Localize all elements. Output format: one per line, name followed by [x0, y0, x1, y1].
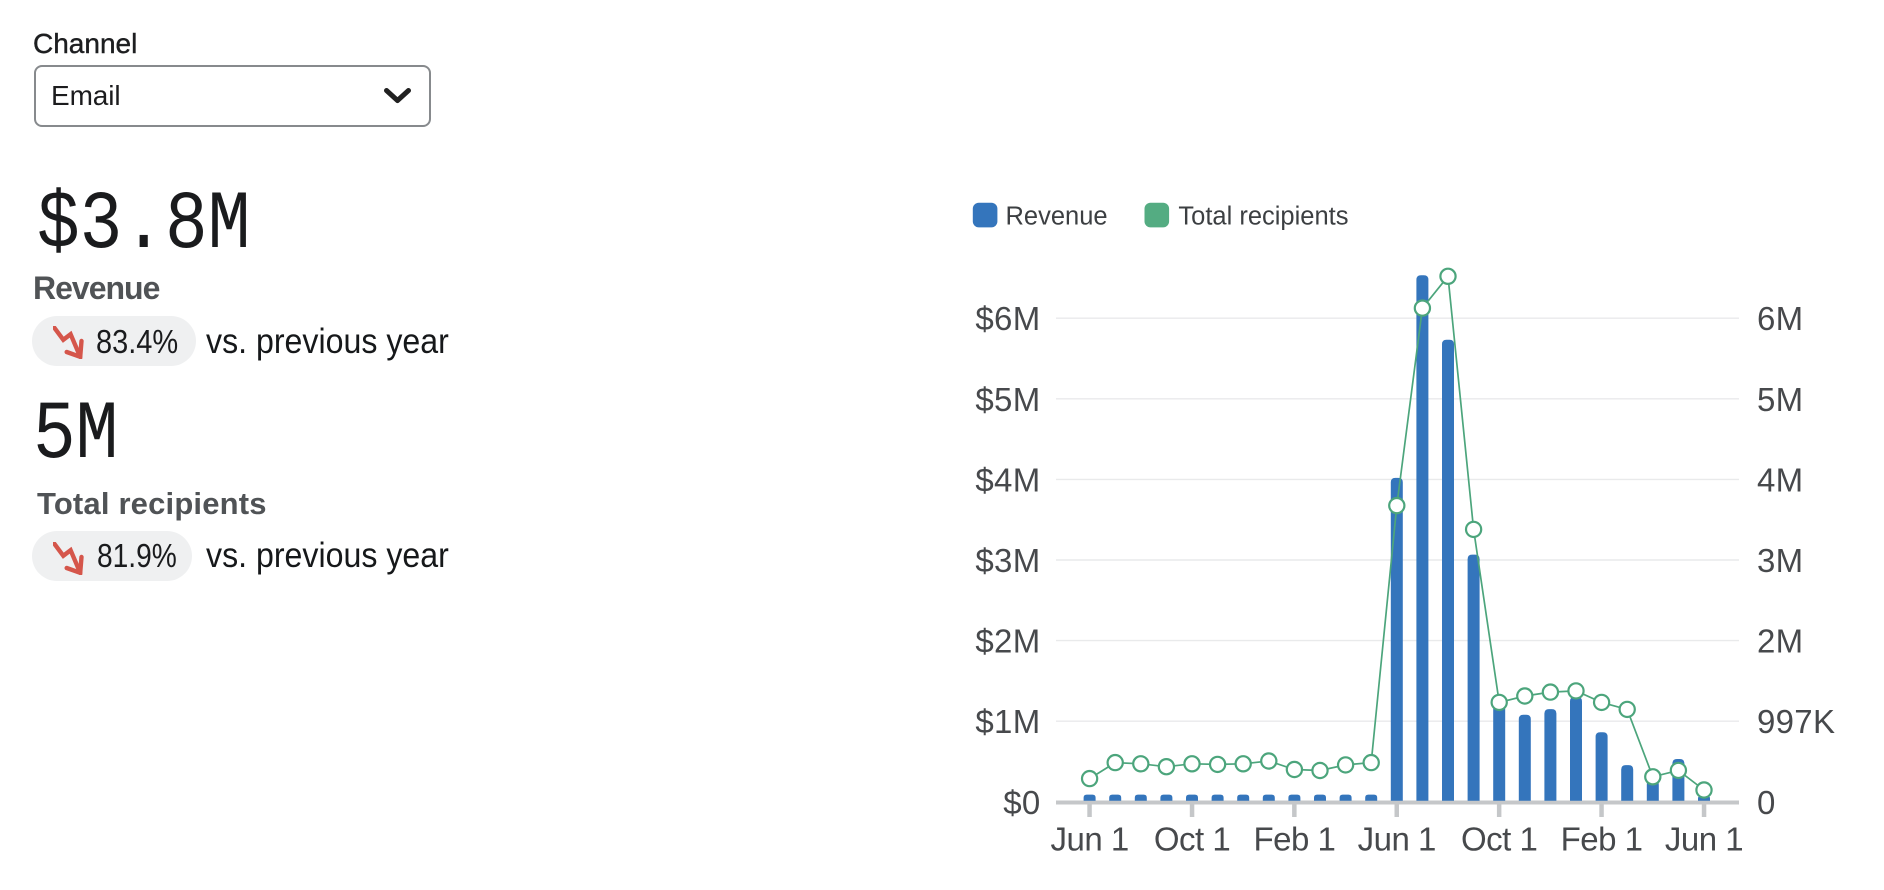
svg-text:$2M: $2M — [975, 623, 1040, 660]
svg-text:$1M: $1M — [975, 703, 1040, 740]
svg-text:Oct 1: Oct 1 — [1154, 820, 1230, 857]
svg-text:$4M: $4M — [975, 461, 1040, 498]
svg-text:Oct 1: Oct 1 — [1461, 820, 1537, 857]
svg-text:Feb 1: Feb 1 — [1561, 820, 1643, 857]
svg-text:997K: 997K — [1757, 703, 1835, 740]
svg-text:Revenue: Revenue — [1006, 203, 1108, 231]
svg-text:Total recipients: Total recipients — [1178, 203, 1348, 231]
svg-text:2M: 2M — [1757, 623, 1803, 660]
svg-text:5M: 5M — [1757, 381, 1803, 418]
svg-text:$3M: $3M — [975, 542, 1040, 579]
svg-text:3M: 3M — [1757, 542, 1803, 579]
svg-text:0: 0 — [1757, 784, 1776, 821]
svg-text:$5M: $5M — [975, 381, 1040, 418]
svg-text:4M: 4M — [1757, 461, 1803, 498]
svg-text:Jun 1: Jun 1 — [1358, 820, 1436, 857]
svg-text:$6M: $6M — [975, 300, 1040, 337]
svg-text:Feb 1: Feb 1 — [1253, 820, 1335, 857]
svg-text:$0: $0 — [1003, 784, 1040, 821]
svg-text:6M: 6M — [1757, 300, 1803, 337]
svg-text:Jun 1: Jun 1 — [1665, 820, 1743, 857]
svg-text:Jun 1: Jun 1 — [1050, 820, 1128, 857]
